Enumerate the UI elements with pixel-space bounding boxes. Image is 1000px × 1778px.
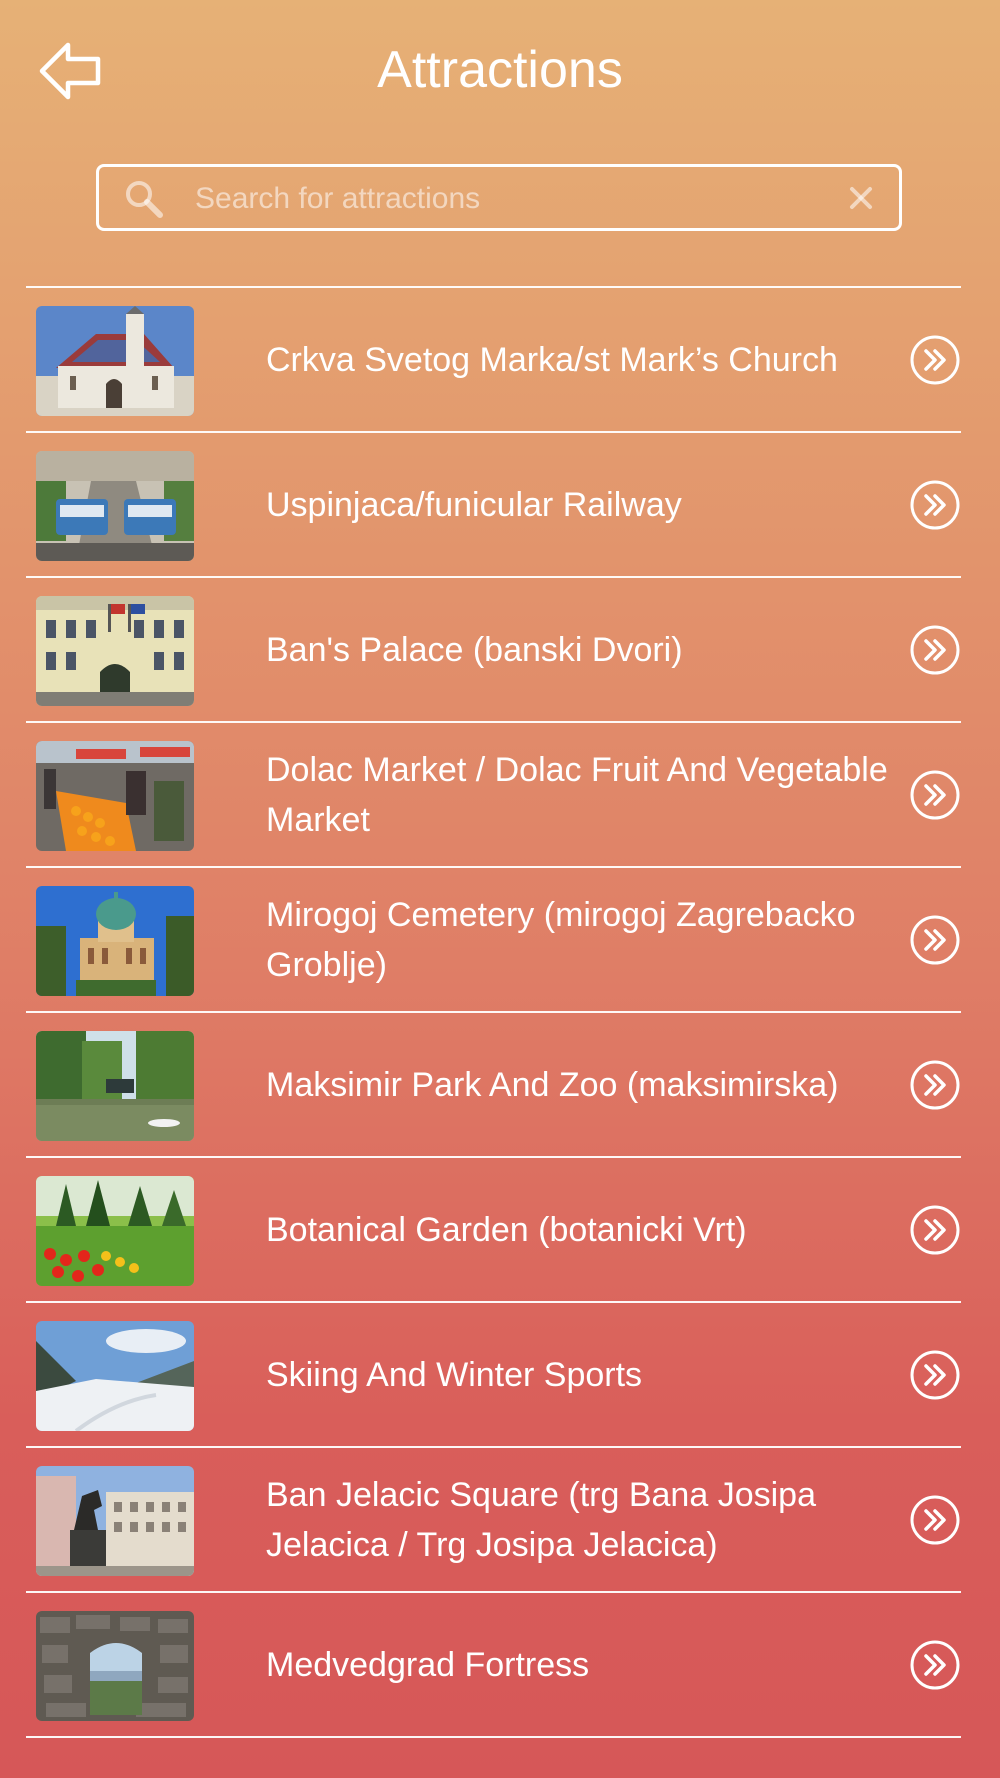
list-item[interactable]: Maksimir Park And Zoo (maksimirska) (26, 1013, 961, 1158)
search-icon (123, 178, 165, 220)
page-title: Attractions (377, 41, 623, 99)
list-item[interactable]: Mirogoj Cemetery (mirogoj Zagrebacko Gro… (26, 868, 961, 1013)
attraction-name: Uspinjaca/funicular Railway (266, 485, 682, 524)
attraction-name: Dolac Market / Dolac Fruit And Vegetable… (266, 750, 888, 839)
chevron-right-icon[interactable] (909, 1059, 961, 1111)
park-photo (36, 1031, 194, 1141)
list-item[interactable]: Uspinjaca/funicular Railway (26, 433, 961, 578)
chevron-right-icon[interactable] (909, 334, 961, 386)
chevron-right-icon[interactable] (909, 1349, 961, 1401)
funicular-photo (36, 451, 194, 561)
attraction-name: Ban's Palace (banski Dvori) (266, 630, 683, 669)
cemetery-photo (36, 886, 194, 996)
chevron-right-icon[interactable] (909, 479, 961, 531)
palace-photo (36, 596, 194, 706)
attraction-name: Crkva Svetog Marka/st Mark’s Church (266, 340, 838, 379)
square-photo (36, 1466, 194, 1576)
ski-slope-photo (36, 1321, 194, 1431)
chevron-right-icon[interactable] (909, 1204, 961, 1256)
header-bar: Attractions (0, 0, 1000, 140)
attractions-list: Crkva Svetog Marka/st Mark’s Church Uspi… (26, 286, 961, 1738)
garden-photo (36, 1176, 194, 1286)
list-item[interactable]: Ban Jelacic Square (trg Bana Josipa Jela… (26, 1448, 961, 1593)
list-item[interactable]: Dolac Market / Dolac Fruit And Vegetable… (26, 723, 961, 868)
attraction-name: Botanical Garden (botanicki Vrt) (266, 1210, 747, 1249)
attraction-name: Ban Jelacic Square (trg Bana Josipa Jela… (266, 1475, 816, 1564)
chevron-right-icon[interactable] (909, 914, 961, 966)
church-photo (36, 306, 194, 416)
attraction-name: Skiing And Winter Sports (266, 1355, 643, 1394)
market-photo (36, 741, 194, 851)
list-item[interactable]: Medvedgrad Fortress (26, 1593, 961, 1738)
list-item[interactable]: Ban's Palace (banski Dvori) (26, 578, 961, 723)
chevron-right-icon[interactable] (909, 1639, 961, 1691)
clear-icon (850, 187, 872, 209)
list-item[interactable]: Botanical Garden (botanicki Vrt) (26, 1158, 961, 1303)
chevron-right-icon[interactable] (909, 1494, 961, 1546)
attraction-name: Medvedgrad Fortress (266, 1645, 590, 1684)
attraction-name: Maksimir Park And Zoo (maksimirska) (266, 1065, 839, 1104)
search-bar (96, 164, 902, 231)
attraction-name: Mirogoj Cemetery (mirogoj Zagrebacko Gro… (266, 895, 856, 984)
chevron-right-icon[interactable] (909, 624, 961, 676)
search-input[interactable] (195, 173, 815, 225)
list-item[interactable]: Crkva Svetog Marka/st Mark’s Church (26, 288, 961, 433)
chevron-right-icon[interactable] (909, 769, 961, 821)
fortress-photo (36, 1611, 194, 1721)
clear-search-button[interactable] (847, 184, 875, 212)
list-item[interactable]: Skiing And Winter Sports (26, 1303, 961, 1448)
